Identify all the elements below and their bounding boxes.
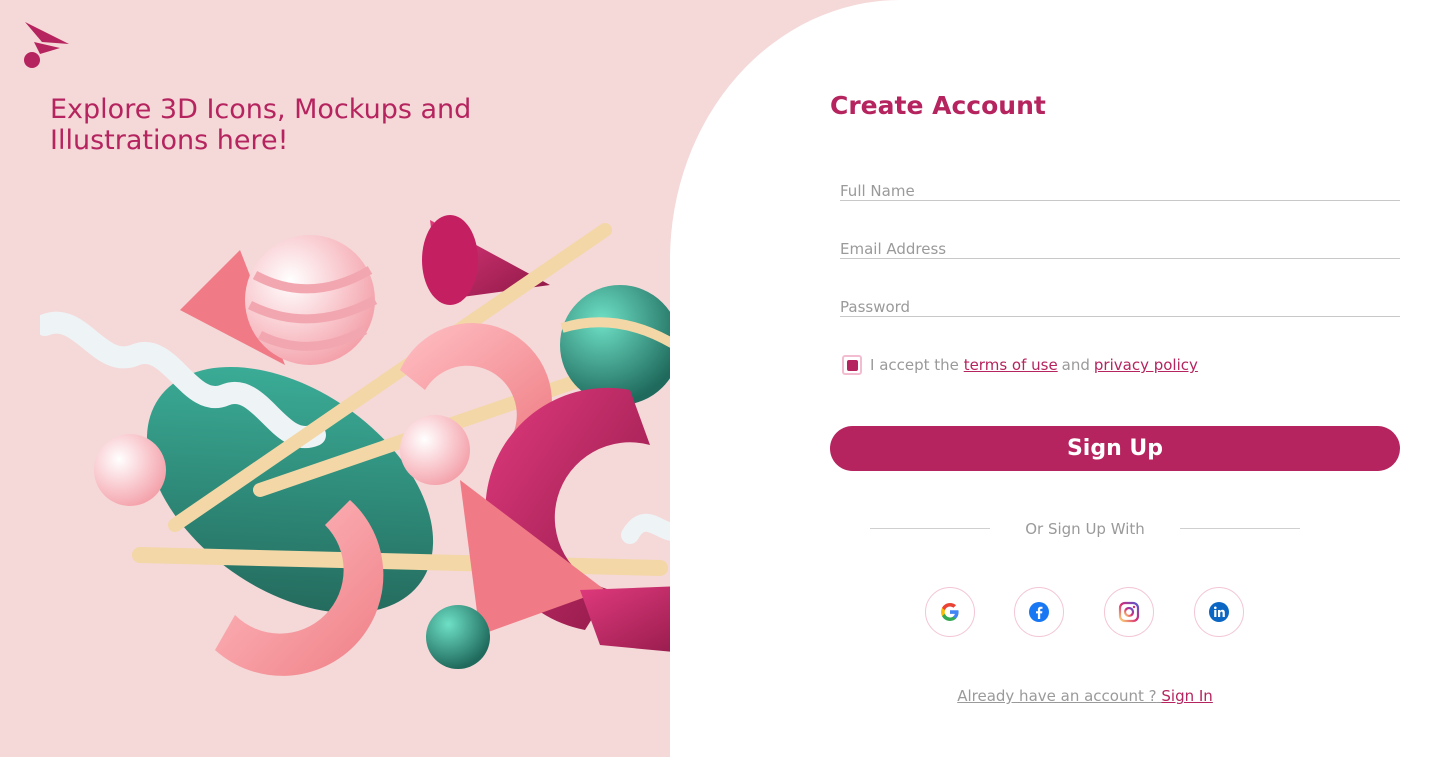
illustration-3d-shapes: [40, 215, 670, 676]
terms-row: I accept the terms of use and privacy po…: [842, 355, 1198, 375]
divider-label: Or Sign Up With: [1025, 520, 1145, 538]
full-name-input[interactable]: [840, 171, 1400, 200]
full-name-field: [840, 171, 1400, 201]
facebook-icon: [1029, 602, 1049, 622]
linkedin-icon: [1209, 602, 1229, 622]
instagram-signup-button[interactable]: [1104, 587, 1154, 637]
divider-line-right: [1180, 528, 1300, 529]
privacy-policy-link[interactable]: privacy policy: [1094, 356, 1198, 374]
sign-up-button[interactable]: Sign Up: [830, 426, 1400, 471]
sign-in-link[interactable]: Sign In: [1161, 687, 1212, 705]
terms-prefix: I accept the: [870, 356, 959, 374]
checkbox-check-icon: [846, 359, 858, 371]
instagram-icon: [1118, 601, 1140, 623]
terms-conjunction: and: [1061, 356, 1090, 374]
left-panel: Explore 3D Icons, Mockups and Illustrati…: [0, 0, 670, 757]
google-signup-button[interactable]: [925, 587, 975, 637]
social-divider: Or Sign Up With: [870, 520, 1300, 540]
logo-icon: [24, 22, 69, 68]
decorative-curve: [670, 0, 900, 260]
signin-row: Already have an account ? Sign In: [830, 687, 1340, 705]
signin-prompt: Already have an account ?: [957, 687, 1157, 705]
google-icon: [941, 603, 959, 621]
terms-of-use-link[interactable]: terms of use: [964, 356, 1058, 374]
facebook-signup-button[interactable]: [1014, 587, 1064, 637]
password-field: [840, 287, 1400, 317]
email-field: [840, 229, 1400, 259]
hero-tagline: Explore 3D Icons, Mockups and Illustrati…: [50, 94, 472, 156]
email-input[interactable]: [840, 229, 1400, 258]
form-title: Create Account: [830, 91, 1046, 120]
password-input[interactable]: [840, 287, 1400, 316]
linkedin-signup-button[interactable]: [1194, 587, 1244, 637]
terms-checkbox[interactable]: [842, 355, 862, 375]
